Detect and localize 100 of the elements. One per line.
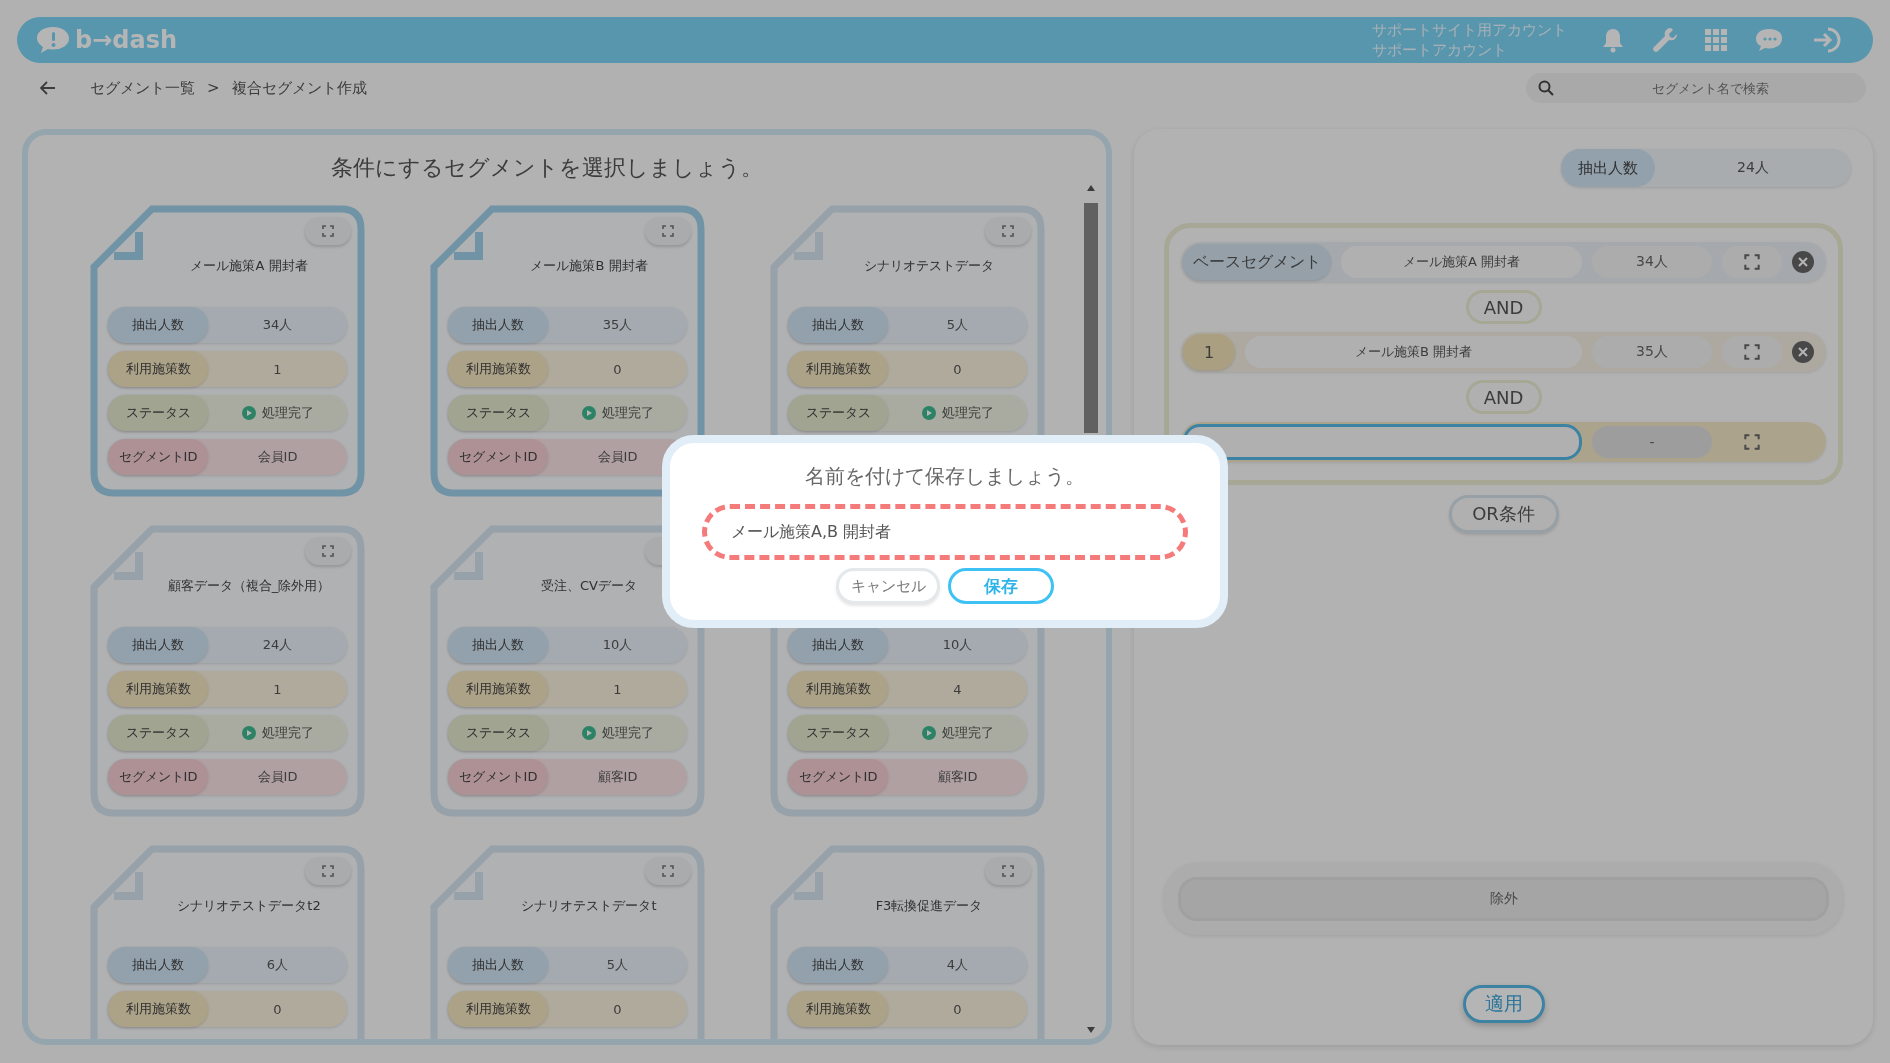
condition-segment-name: メール施策A 開封者 xyxy=(1341,246,1582,278)
card-title: シナリオテストデータt2 xyxy=(177,897,321,915)
play-icon xyxy=(921,726,936,740)
row-label: 抽出人数 xyxy=(448,307,548,343)
remove-icon[interactable] xyxy=(1792,341,1814,363)
row-value: 10人 xyxy=(942,636,973,654)
row-value: 34人 xyxy=(262,316,293,334)
breadcrumb-current: 複合セグメント作成 xyxy=(231,78,367,98)
expand-button[interactable] xyxy=(985,217,1031,245)
expand-button[interactable] xyxy=(305,217,351,245)
card-title: シナリオテストデータ xyxy=(864,257,994,275)
expand-icon xyxy=(1002,225,1014,237)
segment-input-field[interactable] xyxy=(1183,424,1582,460)
search-field[interactable]: セグメント名で検索 xyxy=(1526,73,1866,103)
or-condition-button[interactable]: OR条件 xyxy=(1448,495,1559,533)
row-value: 4人 xyxy=(946,956,969,974)
row-label: 抽出人数 xyxy=(448,947,548,983)
fold-corner-icon xyxy=(454,872,486,902)
search-icon xyxy=(1538,80,1554,96)
row-label: セグメントID xyxy=(448,439,548,475)
row-label: セグメントID xyxy=(108,439,208,475)
condition-segment-name: メール施策B 開封者 xyxy=(1245,336,1582,368)
row-value: 0 xyxy=(273,1001,282,1017)
expand-icon xyxy=(662,865,674,877)
row-value: 1 xyxy=(613,681,622,697)
expand-icon xyxy=(1744,434,1760,450)
wrench-icon[interactable] xyxy=(1651,26,1679,54)
expand-button[interactable] xyxy=(305,537,351,565)
and-operator[interactable]: AND xyxy=(1465,380,1542,414)
remove-icon[interactable] xyxy=(1792,251,1814,273)
fold-corner-icon xyxy=(454,552,486,582)
row-label: セグメントID xyxy=(788,759,888,795)
segment-name-field[interactable]: メール施策A,B 開封者 xyxy=(702,504,1188,560)
bell-icon[interactable] xyxy=(1601,27,1625,53)
play-icon xyxy=(241,406,256,420)
play-icon xyxy=(581,406,596,420)
row-value: 顧客ID xyxy=(597,768,638,786)
row-label: 利用施策数 xyxy=(448,671,548,707)
logo-icon xyxy=(35,25,71,55)
row-value: 4 xyxy=(953,681,962,697)
condition-count: 35人 xyxy=(1592,336,1712,368)
fold-corner-icon xyxy=(794,232,826,262)
card-title: メール施策B 開封者 xyxy=(530,257,648,275)
and-operator[interactable]: AND xyxy=(1465,290,1542,324)
row-value: 0 xyxy=(613,1001,622,1017)
row-value: 1 xyxy=(273,361,282,377)
total-value: 24人 xyxy=(1736,159,1770,177)
row-value: 6人 xyxy=(266,956,289,974)
scroll-thumb[interactable] xyxy=(1084,203,1098,433)
card-title: F3転換促進データ xyxy=(875,897,983,915)
row-label: 抽出人数 xyxy=(788,947,888,983)
expand-button[interactable] xyxy=(645,217,691,245)
expand-icon xyxy=(662,225,674,237)
expand-button[interactable] xyxy=(1722,246,1782,278)
row-value: 処理完了 xyxy=(261,724,314,742)
expand-button[interactable] xyxy=(645,857,691,885)
expand-button[interactable] xyxy=(1722,336,1782,368)
row-value: 10人 xyxy=(602,636,633,654)
row-label: ステータス xyxy=(788,395,888,431)
row-label: 抽出人数 xyxy=(108,947,208,983)
row-label: 利用施策数 xyxy=(788,671,888,707)
row-label: 利用施策数 xyxy=(788,351,888,387)
expand-button[interactable] xyxy=(305,857,351,885)
row-value: 処理完了 xyxy=(261,404,314,422)
row-value: 0 xyxy=(953,1001,962,1017)
fold-corner-icon xyxy=(114,552,146,582)
expand-icon xyxy=(322,865,334,877)
row-label: 抽出人数 xyxy=(448,627,548,663)
row-label: セグメントID xyxy=(448,759,548,795)
dialog-title: 名前を付けて保存しましょう。 xyxy=(805,463,1085,490)
back-arrow-icon[interactable] xyxy=(40,81,56,95)
cancel-button[interactable]: キャンセル xyxy=(836,568,940,604)
fold-corner-icon xyxy=(114,232,146,262)
row-label: 抽出人数 xyxy=(108,627,208,663)
row-label: 抽出人数 xyxy=(788,627,888,663)
row-label: 利用施策数 xyxy=(448,991,548,1027)
condition-tag: ベースセグメント xyxy=(1183,244,1331,280)
row-label: ステータス xyxy=(108,715,208,751)
condition-count: - xyxy=(1592,426,1712,458)
row-label: 抽出人数 xyxy=(108,307,208,343)
fold-corner-icon xyxy=(794,872,826,902)
scrollbar[interactable] xyxy=(1084,185,1098,1033)
expand-button[interactable] xyxy=(985,857,1031,885)
breadcrumb-link[interactable]: セグメント一覧 xyxy=(90,78,195,98)
scroll-up-icon[interactable] xyxy=(1087,185,1095,191)
exclude-drop-area[interactable]: 除外 xyxy=(1178,877,1829,921)
apply-button[interactable]: 適用 xyxy=(1462,985,1545,1023)
row-label: 利用施策数 xyxy=(788,991,888,1027)
row-label: 利用施策数 xyxy=(448,351,548,387)
logout-icon[interactable] xyxy=(1811,26,1843,54)
card-title: シナリオテストデータt xyxy=(521,897,657,915)
breadcrumb-separator: > xyxy=(207,79,220,97)
expand-icon xyxy=(1002,865,1014,877)
row-label: 利用施策数 xyxy=(108,671,208,707)
scroll-down-icon[interactable] xyxy=(1087,1027,1095,1033)
account-name: サポートアカウント xyxy=(1372,40,1508,60)
row-value: 5人 xyxy=(606,956,629,974)
row-value: 35人 xyxy=(602,316,633,334)
grid-icon[interactable] xyxy=(1705,29,1727,51)
chat-icon[interactable] xyxy=(1753,26,1785,54)
